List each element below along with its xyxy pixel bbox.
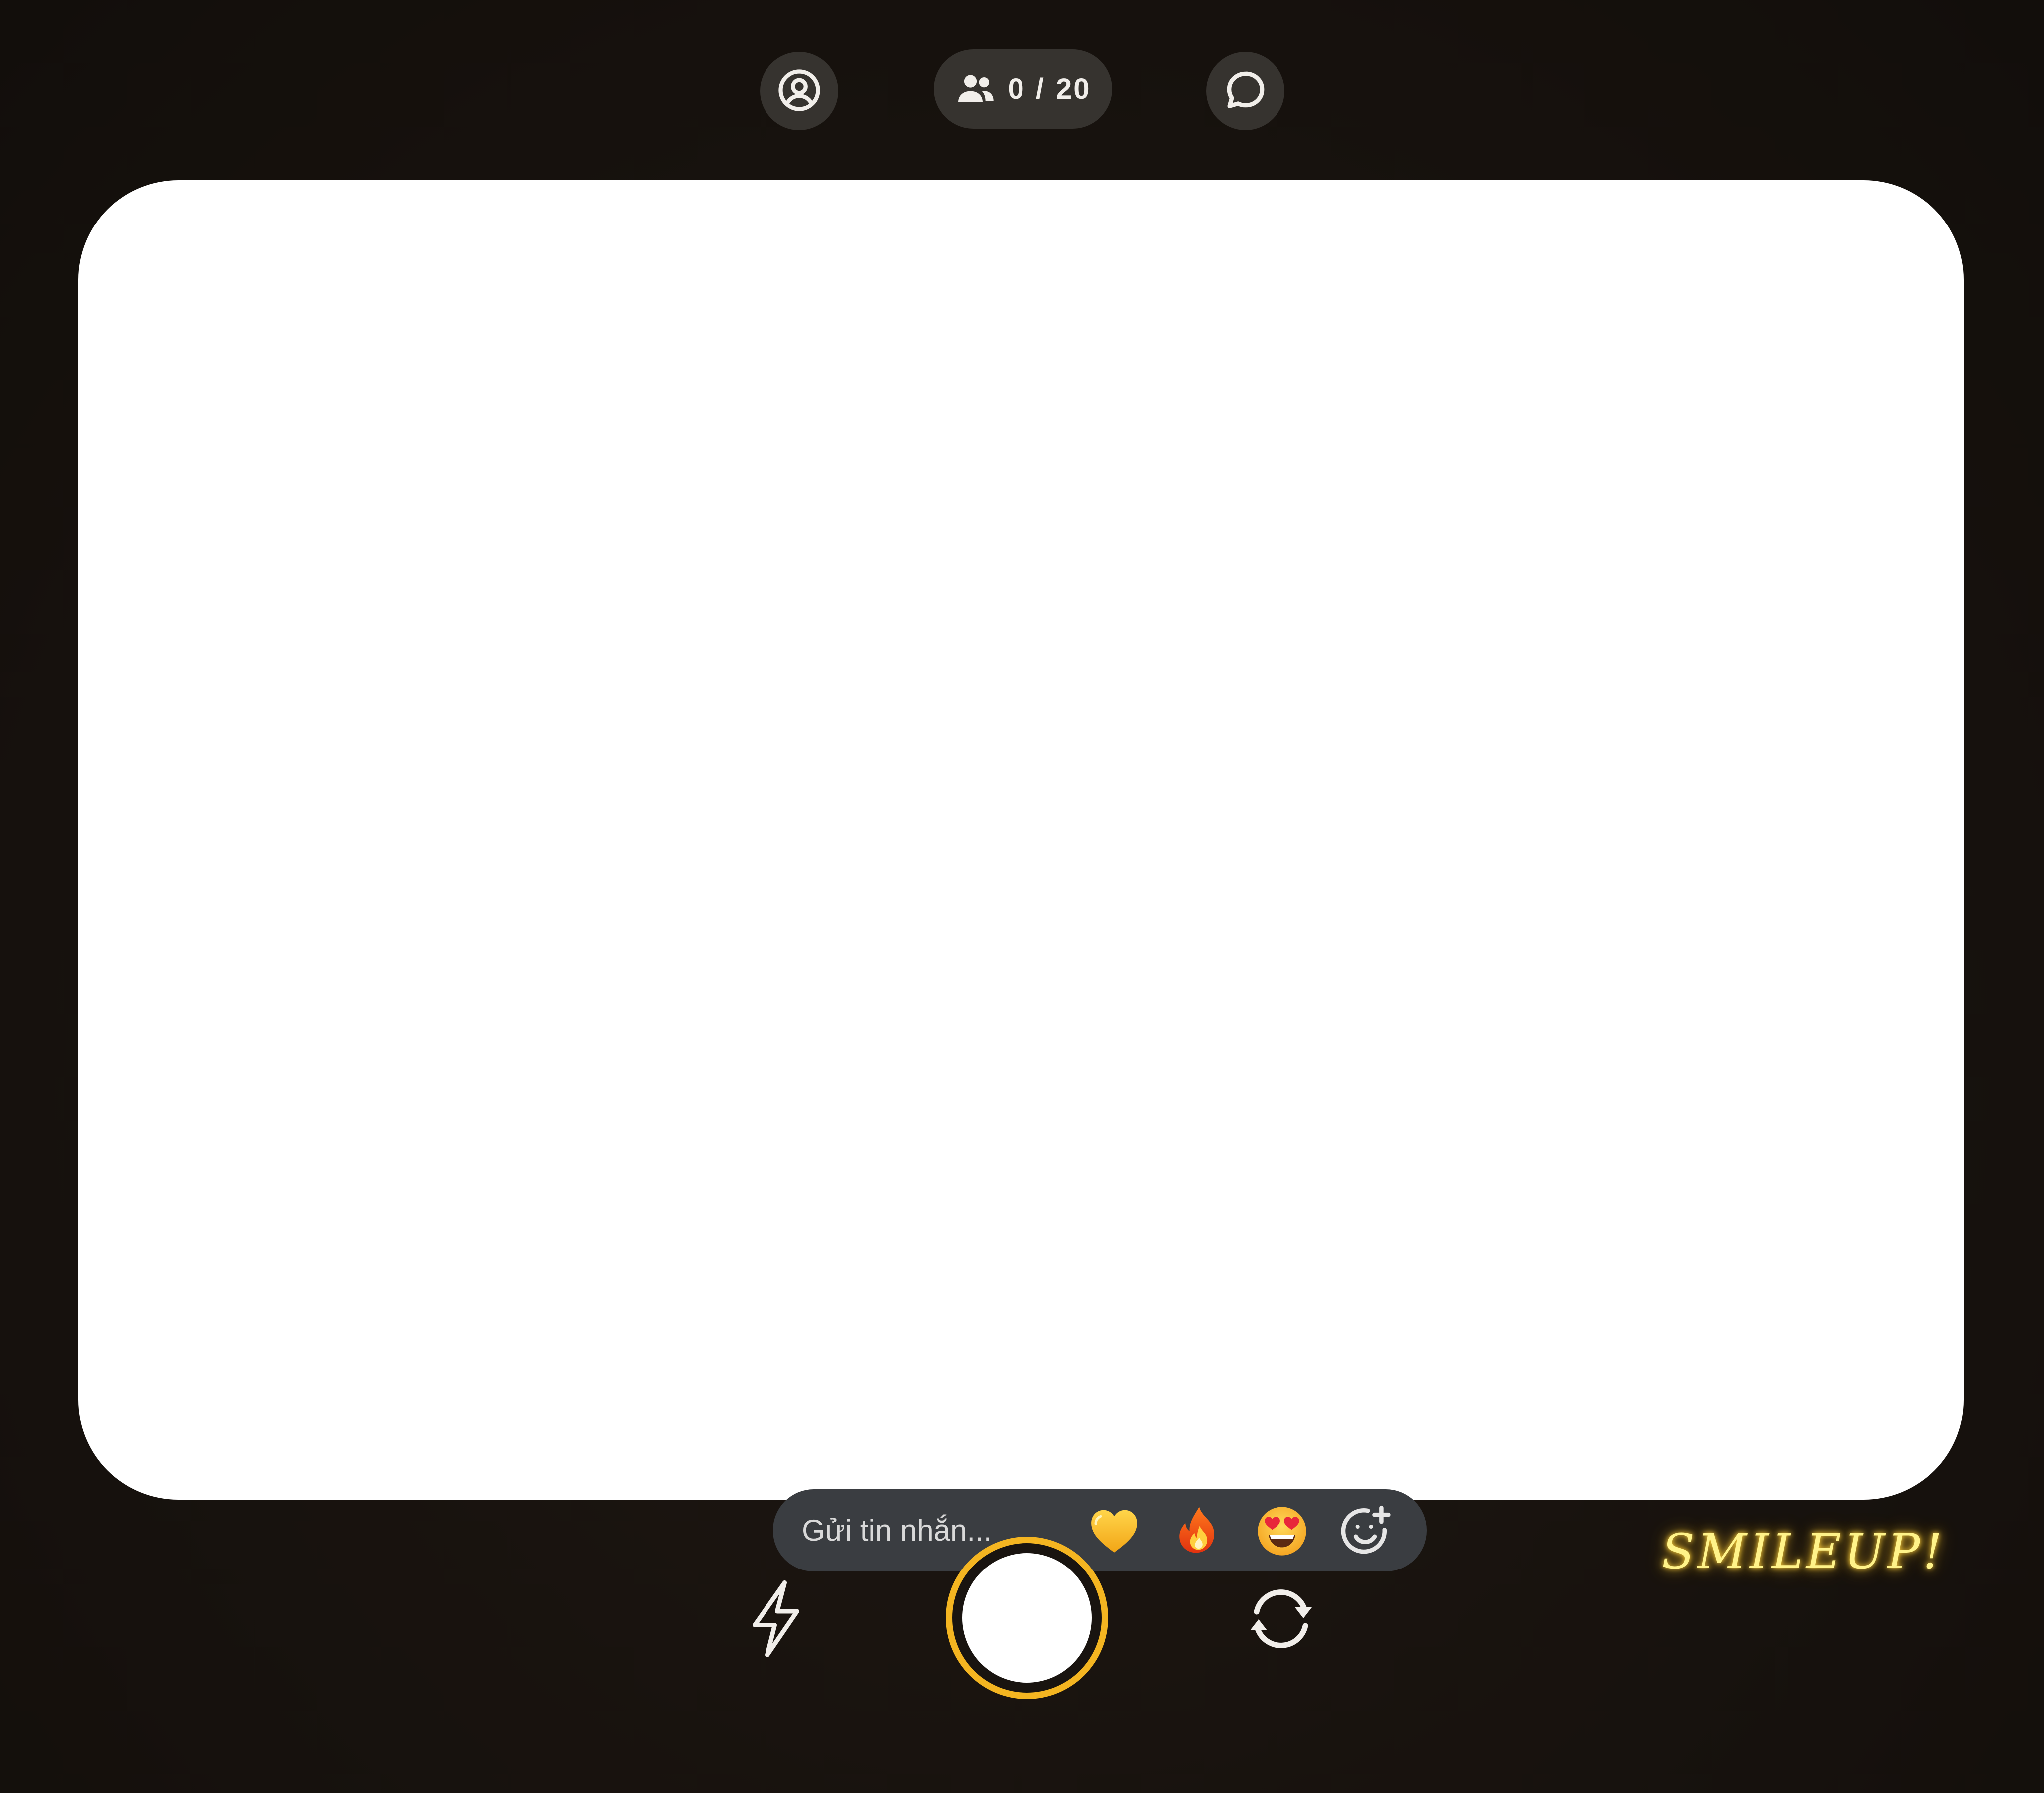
profile-button[interactable]: [760, 52, 838, 130]
user-circle-icon: [777, 68, 822, 115]
shutter-button[interactable]: [946, 1537, 1108, 1699]
camera-viewfinder[interactable]: Gửi tin nhắn...: [78, 180, 1964, 1571]
yellow-heart-reaction[interactable]: [1087, 1504, 1141, 1558]
flash-button[interactable]: [746, 1579, 806, 1659]
message-composer[interactable]: Gửi tin nhắn...: [773, 1489, 1427, 1571]
people-icon: [955, 67, 997, 111]
chat-button[interactable]: [1206, 52, 1284, 130]
message-input[interactable]: Gửi tin nhắn...: [802, 1489, 992, 1571]
friends-count-button[interactable]: 0 / 20: [934, 49, 1112, 129]
chat-bubble-icon: [1223, 68, 1268, 115]
add-emoji-icon[interactable]: [1338, 1504, 1392, 1558]
fire-reaction[interactable]: [1172, 1504, 1226, 1558]
heart-eyes-reaction[interactable]: [1255, 1504, 1309, 1558]
camera-flip-icon: [1239, 1589, 1323, 1661]
flip-camera-button[interactable]: [1239, 1579, 1323, 1659]
shutter-inner: [962, 1553, 1092, 1683]
lightning-icon: [746, 1580, 806, 1661]
brand-logo: SMILEUP!: [1662, 1524, 1945, 1579]
friends-count: 0 / 20: [1008, 73, 1091, 105]
